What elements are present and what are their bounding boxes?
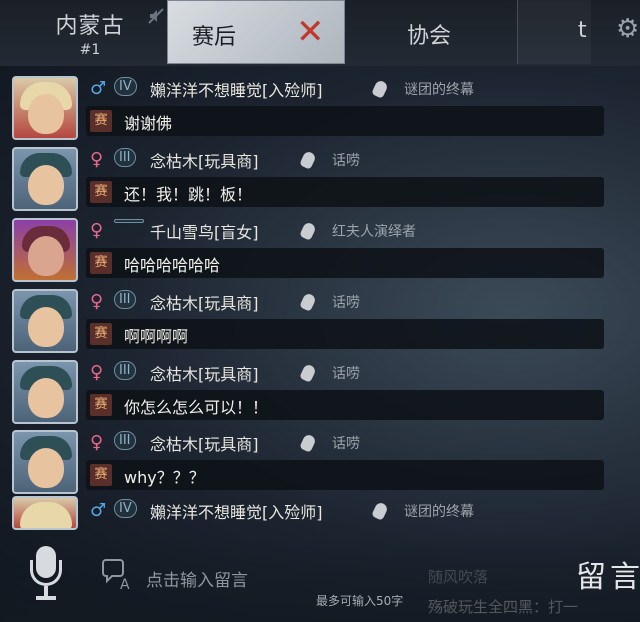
message-header: ♀ III 念枯木[玩具商] 话唠 — [88, 360, 628, 386]
message-text: 哈哈哈哈哈哈 — [124, 256, 221, 275]
tier-badge: III — [114, 361, 136, 380]
message-header: ♂ IV 嬾洋洋不想睡觉[入殓师] 谜团的终幕 — [88, 76, 628, 102]
player-title: 话唠 — [332, 436, 360, 452]
character-limit-hint: 最多可输入50字 — [316, 594, 404, 608]
message-input-bar: A 点击输入留言 随风吹落 殇破玩生全四黑：打一 最多可输入50字 留言 — [0, 536, 640, 622]
female-icon: ♀ — [90, 432, 104, 453]
player-name[interactable]: 千山雪鸟[盲女] — [150, 219, 259, 243]
region-selector[interactable]: 内蒙古 #1 — [28, 8, 152, 58]
message-header: ♀ III 念枯木[玩具商] 话唠 — [88, 289, 628, 315]
background-text: 殇破玩生全四黑：打一 — [428, 598, 579, 616]
male-icon: ♂ — [90, 78, 107, 99]
tab-partial[interactable]: t — [517, 0, 591, 64]
chat-message: ♂ IV 嬾洋洋不想睡觉[入殓师] 谜团的终幕 赛 谢谢佛 — [0, 72, 640, 142]
message-text: 还！我！跳！板！ — [124, 185, 253, 204]
message-bubble: 赛 你怎么怎么可以！！ — [86, 390, 604, 420]
tier-badge: IV — [114, 77, 137, 96]
message-input[interactable]: 点击输入留言 — [146, 566, 248, 591]
match-tag: 赛 — [90, 252, 112, 274]
title-badge-icon — [299, 150, 317, 170]
top-bar: 内蒙古 #1 赛后 ✕ 协会 t ⚙ — [0, 0, 640, 66]
player-name[interactable]: 念枯木[玩具商] — [150, 431, 259, 455]
message-text: 啊啊啊啊 — [124, 327, 189, 346]
tier-badge — [114, 219, 144, 223]
player-title: 谜团的终幕 — [404, 82, 474, 98]
female-icon: ♀ — [90, 291, 104, 312]
tab-postmatch[interactable]: 赛后 ✕ — [167, 0, 345, 64]
avatar[interactable] — [12, 147, 78, 211]
match-tag: 赛 — [90, 464, 112, 486]
message-text: 你怎么怎么可以！！ — [124, 398, 269, 417]
region-name: 内蒙古 — [55, 14, 125, 39]
avatar[interactable] — [12, 360, 78, 424]
tier-badge: III — [114, 290, 136, 309]
title-badge-icon — [299, 363, 317, 383]
player-title: 话唠 — [332, 295, 360, 311]
mute-icon[interactable] — [146, 6, 166, 26]
chat-message: ♀ III 念枯木[玩具商] 话唠 赛 还！我！跳！板！ — [0, 143, 640, 213]
chat-message: ♀ 千山雪鸟[盲女] 红夫人演绎者 赛 哈哈哈哈哈哈 — [0, 214, 640, 284]
player-name[interactable]: 嬾洋洋不想睡觉[入殓师] — [150, 77, 323, 101]
message-header: ♀ 千山雪鸟[盲女] 红夫人演绎者 — [88, 218, 628, 244]
player-name[interactable]: 嬾洋洋不想睡觉[入殓师] — [150, 499, 323, 523]
chat-message-partial: ♂ IV 嬾洋洋不想睡觉[入殓师] 谜团的终幕 — [0, 494, 640, 530]
tier-badge: III — [114, 148, 136, 167]
tab-guild[interactable]: 协会 — [345, 0, 515, 64]
chat-message: ♀ III 念枯木[玩具商] 话唠 赛 啊啊啊啊 — [0, 285, 640, 355]
message-bubble: 赛 谢谢佛 — [86, 106, 604, 136]
avatar[interactable] — [12, 76, 78, 140]
message-header: ♀ III 念枯木[玩具商] 话唠 — [88, 430, 628, 456]
avatar[interactable] — [12, 496, 78, 530]
message-text: 谢谢佛 — [124, 114, 173, 133]
match-tag: 赛 — [90, 181, 112, 203]
microphone-icon[interactable] — [26, 546, 66, 600]
close-icon[interactable]: ✕ — [296, 15, 325, 49]
message-header: ♂ IV 嬾洋洋不想睡觉[入殓师] 谜团的终幕 — [88, 498, 628, 524]
tab-partial-label: t — [578, 18, 587, 43]
title-badge-icon — [299, 292, 317, 312]
region-rank: #1 — [79, 42, 101, 58]
player-title: 红夫人演绎者 — [332, 224, 416, 240]
message-header: ♀ III 念枯木[玩具商] 话唠 — [88, 147, 628, 173]
player-title: 谜团的终幕 — [404, 504, 474, 520]
female-icon: ♀ — [90, 149, 104, 170]
message-bubble: 赛 啊啊啊啊 — [86, 319, 604, 349]
tab-guild-label: 协会 — [407, 24, 452, 49]
settings-tab[interactable]: ⚙ — [592, 0, 640, 64]
match-tag: 赛 — [90, 323, 112, 345]
player-name[interactable]: 念枯木[玩具商] — [150, 290, 259, 314]
player-title: 话唠 — [332, 366, 360, 382]
player-title: 话唠 — [332, 153, 360, 169]
tier-badge: IV — [114, 499, 137, 518]
tab-postmatch-label: 赛后 — [192, 25, 237, 50]
male-icon: ♂ — [90, 500, 107, 521]
match-tag: 赛 — [90, 110, 112, 132]
avatar[interactable] — [12, 430, 78, 494]
chat-message: ♀ III 念枯木[玩具商] 话唠 赛 why？？？ — [0, 426, 640, 496]
title-badge-icon — [299, 221, 317, 241]
player-name[interactable]: 念枯木[玩具商] — [150, 361, 259, 385]
message-bubble: 赛 哈哈哈哈哈哈 — [86, 248, 604, 278]
title-badge-icon — [371, 79, 389, 99]
message-bubble: 赛 还！我！跳！板！ — [86, 177, 604, 207]
post-message-button[interactable]: 留言 — [576, 552, 640, 596]
avatar[interactable] — [12, 218, 78, 282]
title-badge-icon — [299, 433, 317, 453]
speech-to-text-icon[interactable]: A — [100, 556, 134, 592]
background-text: 随风吹落 — [428, 568, 489, 586]
tier-badge: III — [114, 431, 136, 450]
avatar[interactable] — [12, 289, 78, 353]
female-icon: ♀ — [90, 220, 104, 241]
svg-text:A: A — [120, 577, 130, 592]
female-icon: ♀ — [90, 362, 104, 383]
gear-icon[interactable]: ⚙ — [616, 14, 639, 44]
match-tag: 赛 — [90, 394, 112, 416]
chat-message: ♀ III 念枯木[玩具商] 话唠 赛 你怎么怎么可以！！ — [0, 356, 640, 426]
message-bubble: 赛 why？？？ — [86, 460, 604, 490]
title-badge-icon — [371, 501, 389, 521]
message-text: why？？？ — [124, 468, 205, 487]
player-name[interactable]: 念枯木[玩具商] — [150, 148, 259, 172]
